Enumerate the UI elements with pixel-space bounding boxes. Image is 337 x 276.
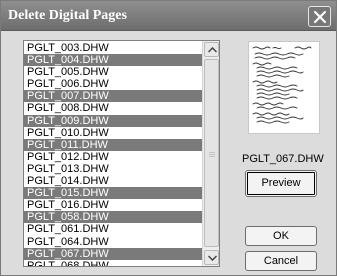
- list-item[interactable]: PGLT_011.DHW: [24, 138, 202, 151]
- list-item[interactable]: PGLT_058.DHW: [24, 211, 202, 224]
- file-listbox[interactable]: PGLT_003.DHW PGLT_004.DHW PGLT_005.DHW PGLT…: [23, 40, 220, 267]
- preview-button[interactable]: Preview: [245, 170, 317, 197]
- scroll-up-button[interactable]: [204, 42, 219, 57]
- list-item[interactable]: PGLT_005.DHW: [24, 66, 202, 78]
- list-item[interactable]: PGLT_013.DHW: [24, 163, 202, 175]
- thumb-grip: [209, 152, 215, 153]
- list-item[interactable]: PGLT_007.DHW: [24, 90, 202, 103]
- preview-filename: PGLT_067.DHW: [242, 153, 324, 165]
- scroll-thumb[interactable]: [204, 59, 219, 247]
- list-item[interactable]: PGLT_068.DHW: [24, 260, 202, 266]
- delete-digital-pages-dialog: Delete Digital Pages PGLT_003.DHW PGLT_00…: [0, 0, 337, 276]
- list-item[interactable]: PGLT_008.DHW: [24, 102, 202, 114]
- list-item[interactable]: PGLT_016.DHW: [24, 199, 202, 211]
- close-icon: [313, 10, 327, 24]
- list-item[interactable]: PGLT_010.DHW: [24, 127, 202, 139]
- list-item[interactable]: PGLT_067.DHW: [24, 247, 202, 260]
- chevron-down-icon: [208, 255, 217, 261]
- ok-button[interactable]: OK: [245, 226, 317, 246]
- thumb-grip: [209, 156, 215, 157]
- handwritten-page-image: [252, 46, 312, 124]
- close-button[interactable]: [308, 6, 331, 27]
- list-item[interactable]: PGLT_064.DHW: [24, 236, 202, 248]
- dialog-title: Delete Digital Pages: [8, 8, 127, 23]
- list-item[interactable]: PGLT_061.DHW: [24, 223, 202, 235]
- list-item[interactable]: PGLT_014.DHW: [24, 175, 202, 187]
- file-list: PGLT_003.DHW PGLT_004.DHW PGLT_005.DHW PGLT…: [24, 42, 202, 266]
- chevron-up-icon: [208, 47, 217, 53]
- list-item[interactable]: PGLT_015.DHW: [24, 187, 202, 200]
- page-thumbnail: [248, 41, 320, 134]
- list-item[interactable]: PGLT_004.DHW: [24, 54, 202, 67]
- list-item[interactable]: PGLT_012.DHW: [24, 151, 202, 163]
- list-item[interactable]: PGLT_009.DHW: [24, 114, 202, 127]
- list-item[interactable]: PGLT_006.DHW: [24, 78, 202, 90]
- scroll-down-button[interactable]: [204, 250, 219, 265]
- list-item[interactable]: PGLT_003.DHW: [24, 42, 202, 54]
- title-bar[interactable]: Delete Digital Pages: [1, 1, 336, 31]
- vertical-scrollbar[interactable]: [202, 41, 219, 266]
- thumb-grip: [209, 154, 215, 155]
- cancel-button[interactable]: Cancel: [245, 251, 317, 271]
